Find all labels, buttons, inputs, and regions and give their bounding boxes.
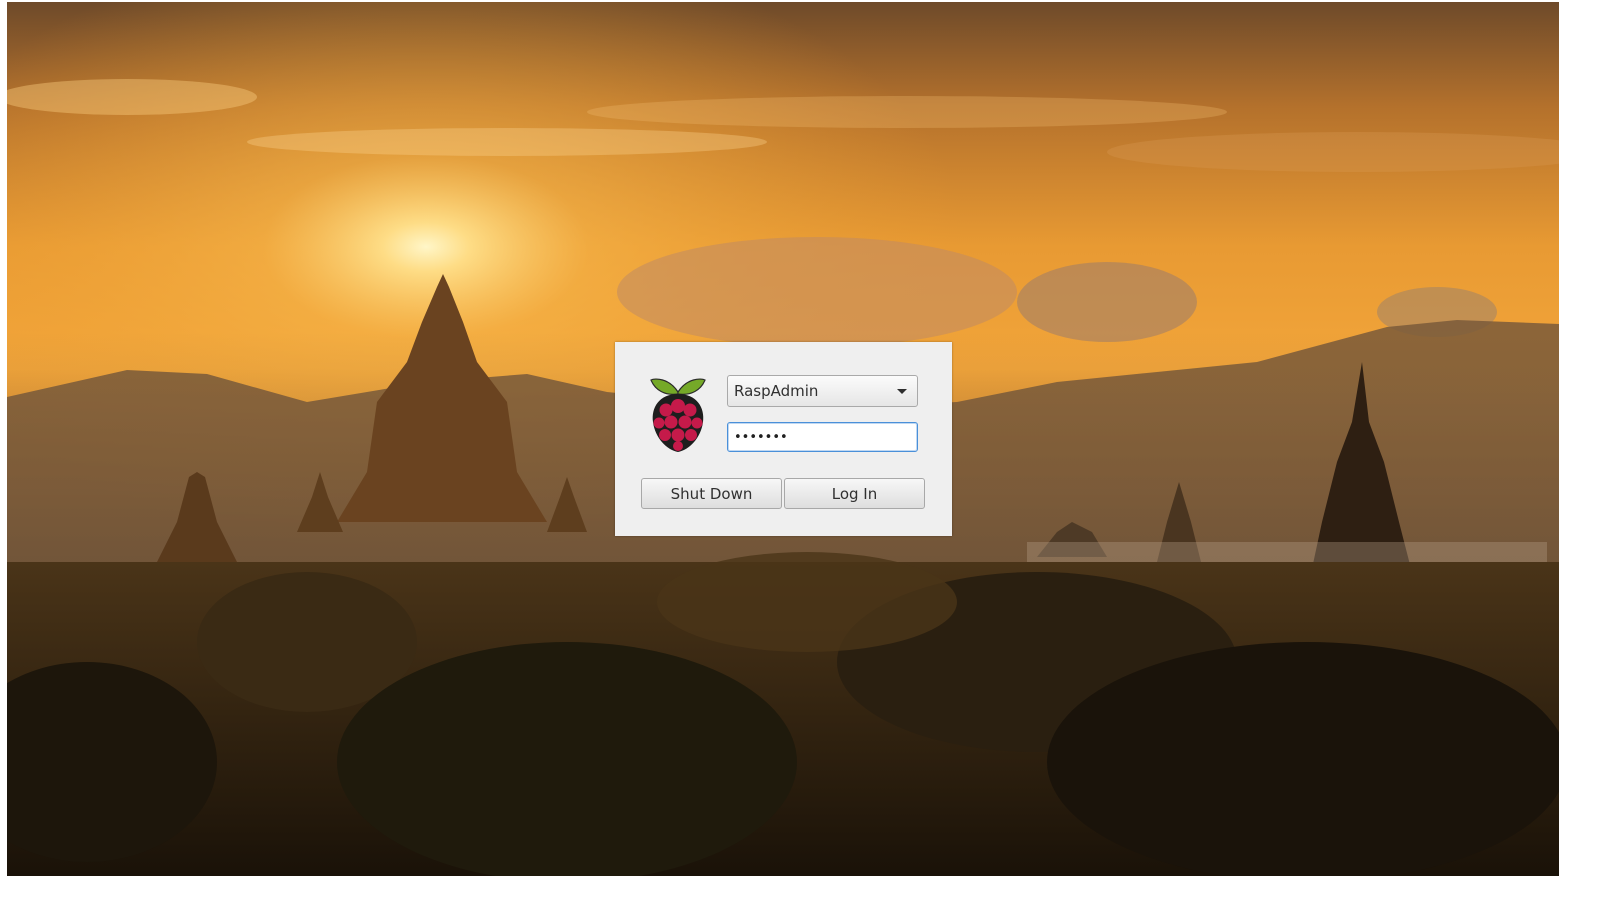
login-dialog: RaspAdmin Shut Down Log In xyxy=(615,342,952,536)
user-select-dropdown[interactable]: RaspAdmin xyxy=(727,375,918,407)
log-in-button[interactable]: Log In xyxy=(784,478,925,509)
selected-user-label: RaspAdmin xyxy=(734,382,819,400)
shut-down-button[interactable]: Shut Down xyxy=(641,478,782,509)
chevron-down-icon xyxy=(897,389,907,394)
desktop-screen: RaspAdmin Shut Down Log In xyxy=(7,2,1559,876)
raspberry-pi-logo xyxy=(650,378,706,452)
password-field[interactable] xyxy=(727,422,918,452)
